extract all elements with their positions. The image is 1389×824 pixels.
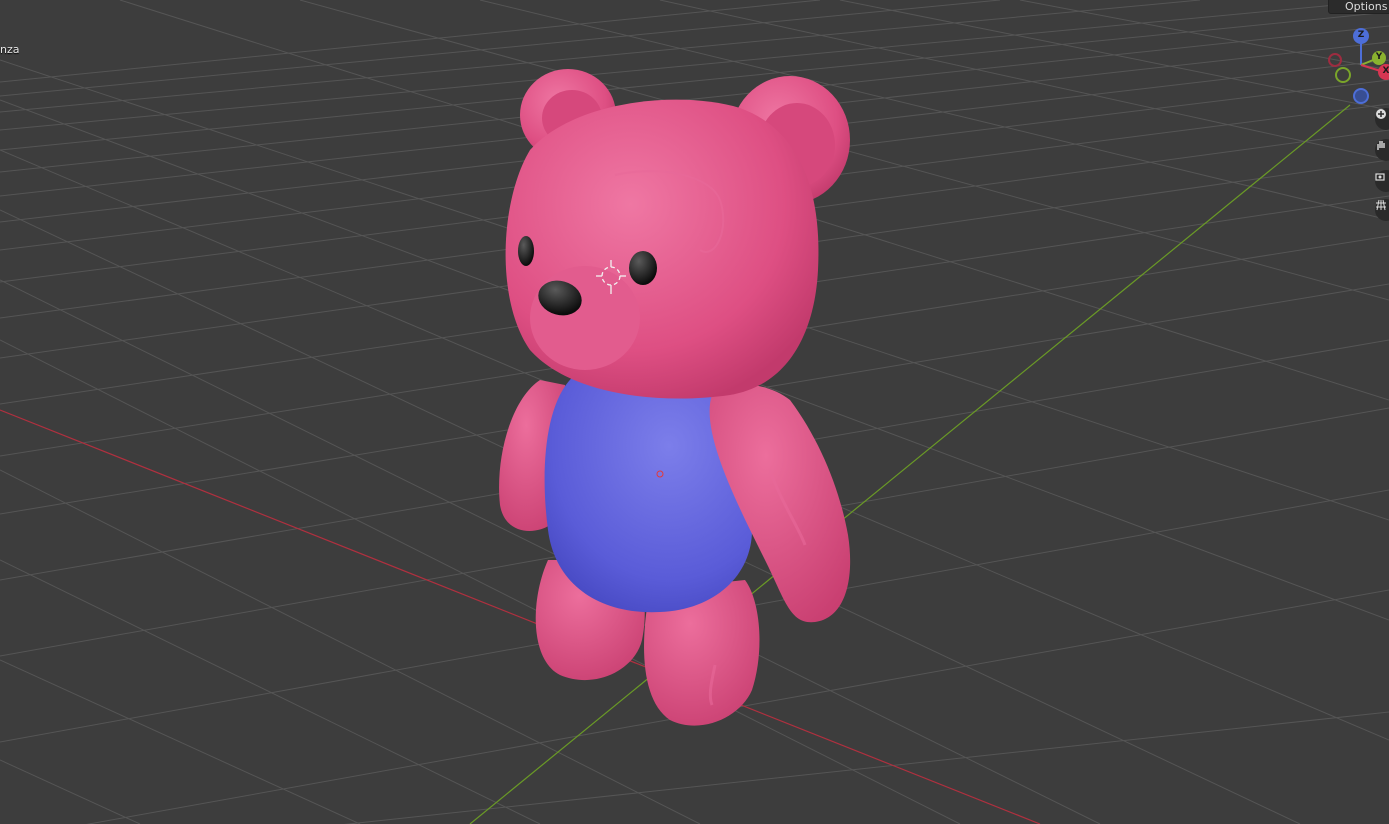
options-button[interactable]: Options bbox=[1328, 0, 1389, 14]
muzzle bbox=[530, 266, 640, 370]
object-name-label: nza bbox=[0, 43, 20, 56]
gizmo-x-label[interactable]: X bbox=[1379, 66, 1389, 76]
gizmo-neg-z-circle bbox=[1353, 88, 1369, 104]
right-eye bbox=[629, 251, 657, 285]
viewport-canvas[interactable] bbox=[0, 0, 1389, 824]
teddy-bear-model bbox=[499, 69, 851, 726]
gizmo-z-label[interactable]: Z bbox=[1354, 30, 1368, 40]
gizmo-neg-y-circle bbox=[1335, 67, 1351, 83]
camera-icon-glyph bbox=[1375, 173, 1385, 181]
hand-icon-glyph bbox=[1377, 141, 1385, 150]
left-eye bbox=[518, 236, 534, 266]
3d-viewport[interactable]: nza Options Z Y X bbox=[0, 0, 1389, 824]
zoom-icon-glyph bbox=[1376, 109, 1386, 119]
grid-icon-glyph bbox=[1376, 199, 1386, 211]
gizmo-y-label[interactable]: Y bbox=[1372, 52, 1386, 62]
